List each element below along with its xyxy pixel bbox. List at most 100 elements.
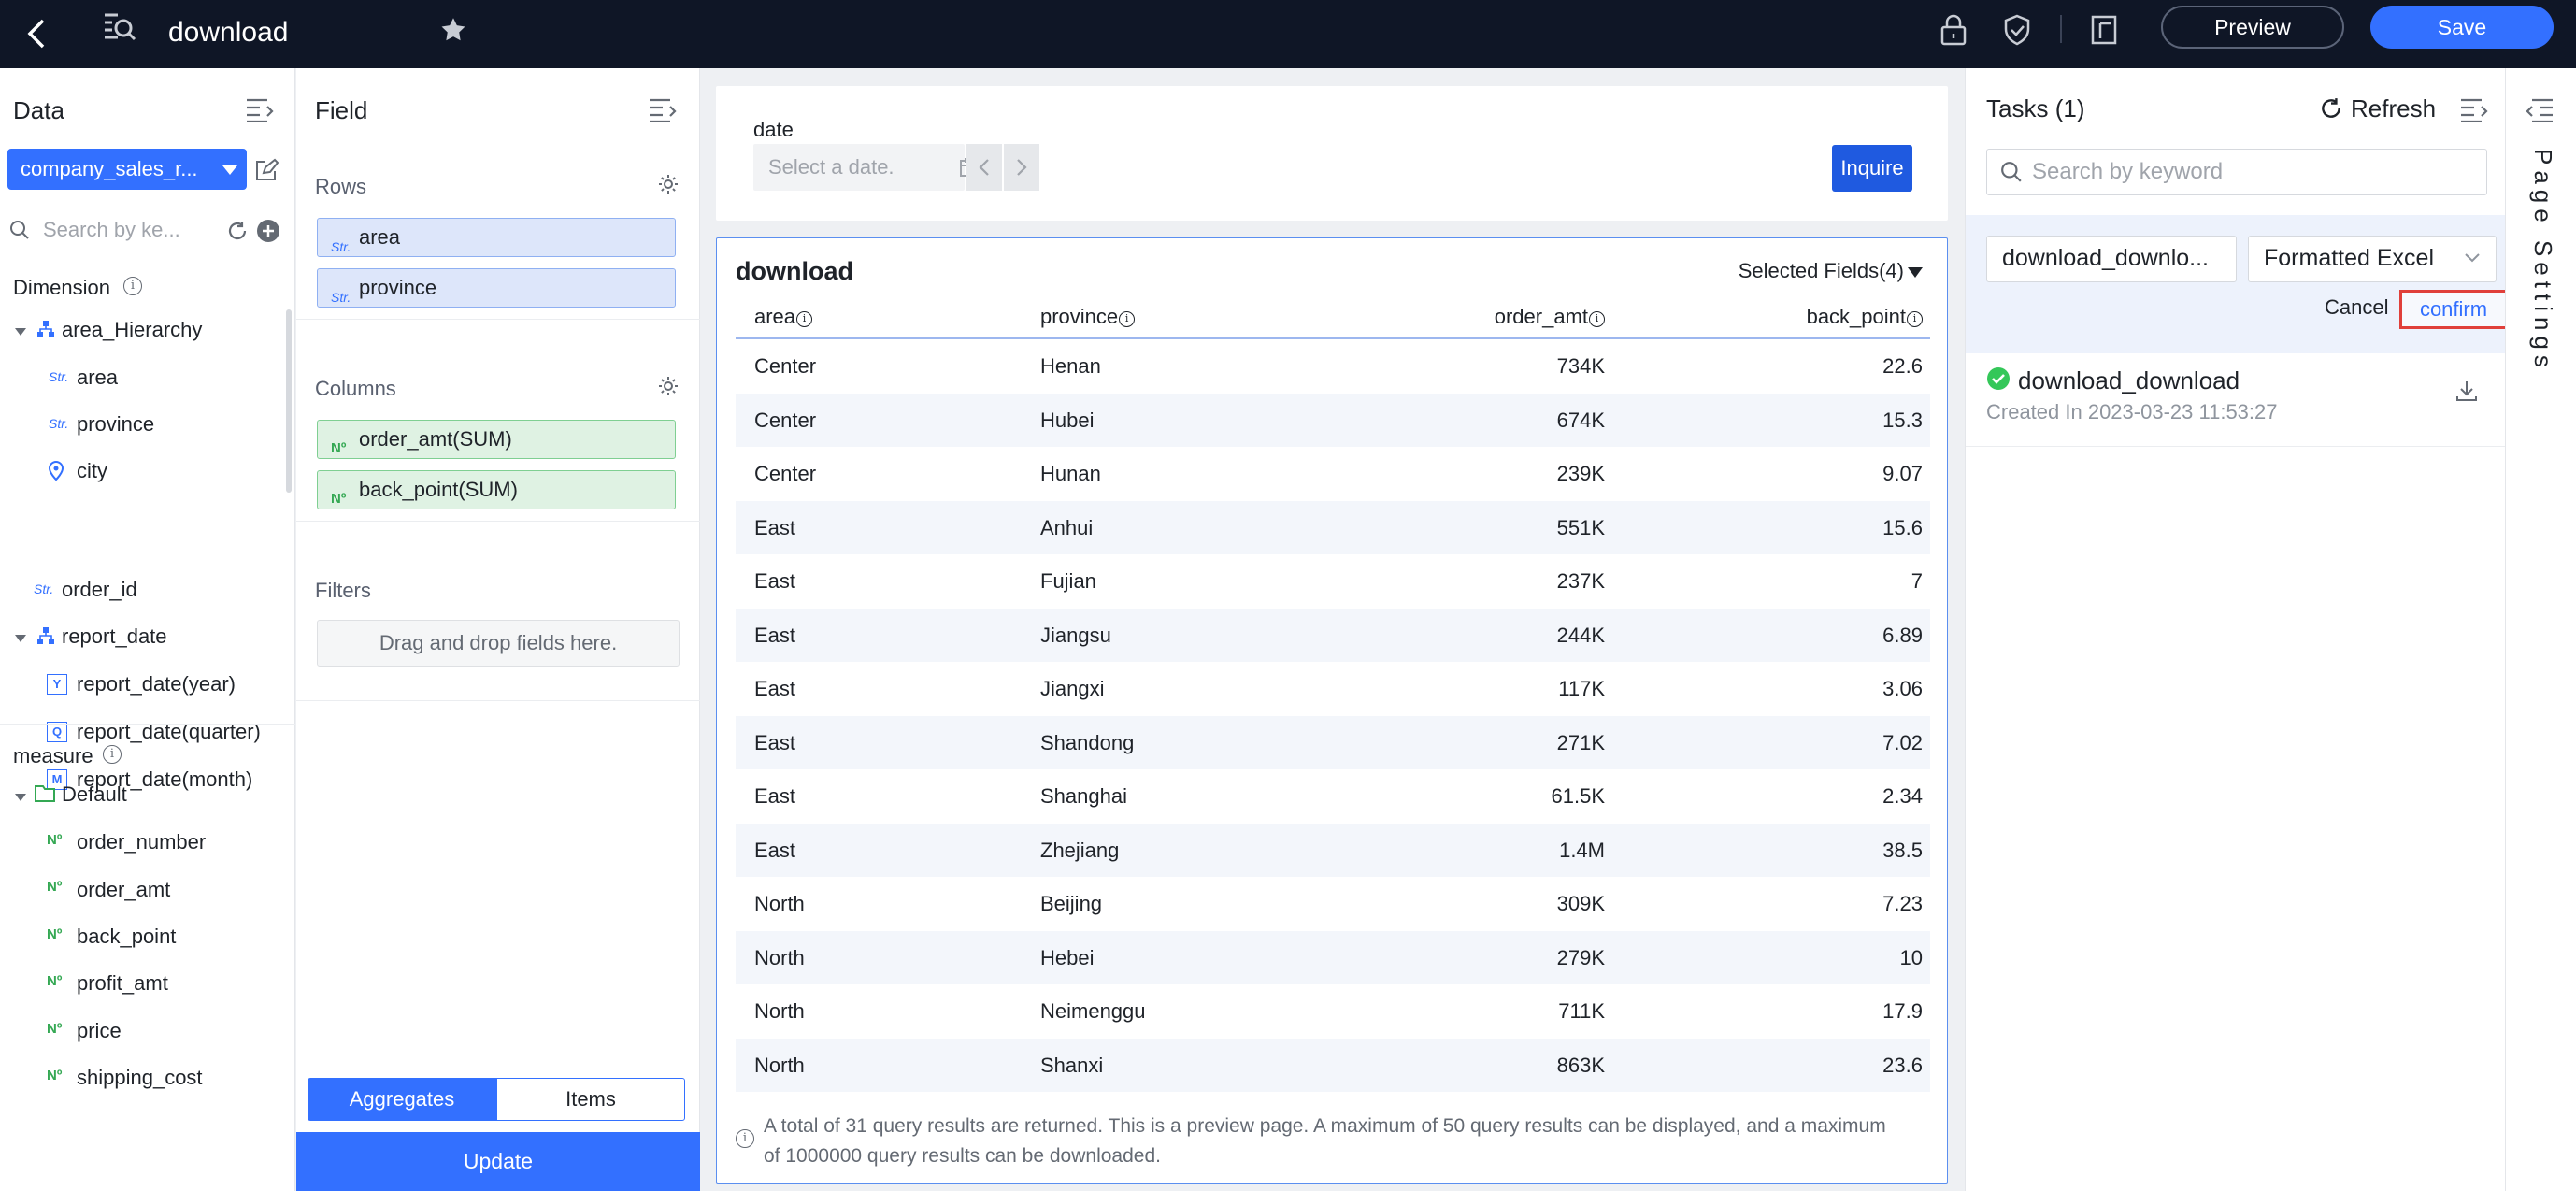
info-icon: i xyxy=(123,277,142,295)
tree-item-measure[interactable]: profit_amt xyxy=(77,971,168,996)
table-cell: Zhejiang xyxy=(1040,838,1120,862)
expand-settings-icon[interactable] xyxy=(2525,96,2555,122)
column-header[interactable]: order_amt i xyxy=(1495,294,1605,339)
edit-dataset-icon[interactable] xyxy=(254,158,279,182)
table-cell: 244K xyxy=(1556,623,1605,647)
rows-label: Rows xyxy=(315,175,367,198)
expand-caret-icon[interactable] xyxy=(15,794,26,801)
tab-aggregates[interactable]: Aggregates xyxy=(308,1078,496,1121)
collapse-tasks-icon[interactable] xyxy=(2459,96,2489,122)
tree-item-default[interactable]: Default xyxy=(62,782,127,807)
lock-icon[interactable] xyxy=(1937,12,1970,48)
table-row: East Jiangsu 244K 6.89 xyxy=(736,608,1930,662)
table-cell: 10 xyxy=(1899,945,1923,969)
tree-item-city[interactable]: city xyxy=(77,459,107,483)
page-settings-tab[interactable]: Page Settings xyxy=(2528,149,2557,373)
chip-label: back_point(SUM) xyxy=(359,478,518,501)
info-icon: i xyxy=(1907,311,1923,327)
tree-item-order-id[interactable]: order_id xyxy=(62,578,137,602)
tree-item-province[interactable]: province xyxy=(77,412,154,437)
table-cell: 9.07 xyxy=(1882,462,1923,485)
table-cell: Anhui xyxy=(1040,515,1094,539)
selected-fields-dropdown[interactable]: Selected Fields(4) xyxy=(1739,259,1923,283)
data-panel-title: Data xyxy=(13,96,64,124)
chip-label: area xyxy=(359,225,401,249)
search-icon xyxy=(2000,161,2023,183)
dataset-name: company_sales_r... xyxy=(21,157,198,180)
tree-item-report-year[interactable]: report_date(year) xyxy=(77,672,236,696)
copy-icon[interactable] xyxy=(2087,12,2121,48)
back-icon[interactable] xyxy=(21,13,54,54)
inquire-button[interactable]: Inquire xyxy=(1832,145,1912,192)
data-panel: Data company_sales_r... Search by ke... … xyxy=(0,68,295,1191)
table-row: Center Hunan 239K 9.07 xyxy=(736,447,1930,501)
column-field-chip[interactable]: Nº order_amt(SUM) xyxy=(317,420,676,459)
tree-item-measure[interactable]: price xyxy=(77,1019,122,1043)
confirm-button[interactable]: confirm xyxy=(2399,290,2508,329)
expand-caret-icon[interactable] xyxy=(15,635,26,642)
table-cell: 674K xyxy=(1556,408,1605,432)
next-date-button[interactable] xyxy=(1004,144,1039,191)
refresh-button[interactable]: Refresh xyxy=(2351,94,2436,123)
table-cell: Henan xyxy=(1040,354,1101,378)
tree-item-measure[interactable]: shipping_cost xyxy=(77,1066,203,1090)
task-search-input[interactable]: Search by keyword xyxy=(1986,149,2487,195)
star-icon[interactable] xyxy=(437,14,469,46)
tasks-panel: Tasks (1) Refresh Search by keyword down… xyxy=(1965,68,2508,1191)
previous-date-button[interactable] xyxy=(966,144,1002,191)
task-name: download_download xyxy=(2018,366,2240,395)
tree-item-area[interactable]: area xyxy=(77,366,118,390)
tree-item-measure[interactable]: back_point xyxy=(77,925,176,949)
tree-item-report-date[interactable]: report_date xyxy=(62,624,167,649)
scrollbar[interactable] xyxy=(286,309,292,493)
filter-drop-zone[interactable]: Drag and drop fields here. xyxy=(317,620,680,667)
refresh-icon[interactable] xyxy=(2319,96,2343,121)
export-format-select[interactable]: Formatted Excel xyxy=(2248,236,2497,282)
column-header[interactable]: area i xyxy=(754,294,813,339)
table-cell: Shanxi xyxy=(1040,1053,1104,1077)
row-field-chip[interactable]: Str. province xyxy=(317,268,676,308)
column-header[interactable]: back_point i xyxy=(1807,294,1923,339)
number-type-icon: Nº xyxy=(331,491,347,507)
table-cell: Shanghai xyxy=(1040,784,1127,808)
column-header[interactable]: province i xyxy=(1040,294,1136,339)
export-name-input[interactable]: download_downlo... xyxy=(1986,236,2237,282)
refresh-icon[interactable] xyxy=(226,220,249,242)
update-button[interactable]: Update xyxy=(296,1132,700,1191)
search-icon xyxy=(9,220,30,240)
add-icon[interactable] xyxy=(256,219,280,243)
task-list-item[interactable]: download_download Created In 2023-03-23 … xyxy=(1966,353,2506,447)
collapse-field-icon[interactable] xyxy=(648,96,678,122)
tree-item-measure[interactable]: order_amt xyxy=(77,878,170,902)
tree-item-measure[interactable]: order_number xyxy=(77,830,206,854)
table-cell: East xyxy=(754,623,796,647)
table-cell: Hubei xyxy=(1040,408,1095,432)
collapse-data-icon[interactable] xyxy=(245,96,275,122)
info-icon: i xyxy=(796,311,813,327)
tree-item-area-hierarchy[interactable]: area_Hierarchy xyxy=(62,318,202,342)
cancel-button[interactable]: Cancel xyxy=(2325,295,2388,320)
save-button[interactable]: Save xyxy=(2370,6,2554,49)
shield-check-icon[interactable] xyxy=(2000,12,2034,48)
column-field-chip[interactable]: Nº back_point(SUM) xyxy=(317,470,676,509)
date-input[interactable]: Select a date. xyxy=(753,144,979,191)
dataset-select[interactable]: company_sales_r... xyxy=(7,149,247,190)
info-icon: i xyxy=(1589,311,1605,327)
table-body: Center Henan 734K 22.6 Center Hubei 674K 15.3 Ce… xyxy=(736,339,1930,1092)
table-row: North Hebei 279K 10 xyxy=(736,930,1930,984)
filter-card: date Select a date. Inquire xyxy=(716,86,1948,221)
expand-caret-icon[interactable] xyxy=(15,328,26,336)
preview-button[interactable]: Preview xyxy=(2161,6,2344,49)
table-cell: 7.23 xyxy=(1882,892,1923,915)
gear-icon[interactable] xyxy=(657,173,680,195)
row-field-chip[interactable]: Str. area xyxy=(317,218,676,257)
table-cell: East xyxy=(754,838,796,862)
section-divider xyxy=(296,700,700,701)
tab-items[interactable]: Items xyxy=(496,1078,685,1121)
download-icon[interactable] xyxy=(2454,378,2480,404)
data-search-input[interactable]: Search by ke... xyxy=(43,218,180,242)
info-icon: i xyxy=(1119,311,1136,327)
gear-icon[interactable] xyxy=(657,375,680,397)
table-row: Center Hubei 674K 15.3 xyxy=(736,393,1930,447)
dimension-label: Dimension xyxy=(13,276,110,299)
